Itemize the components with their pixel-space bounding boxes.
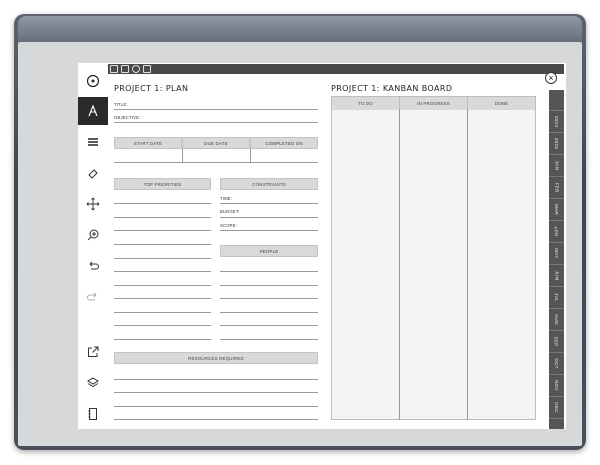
left-toolbar: [78, 63, 108, 429]
kanban-column-header: IN PROGRESS: [400, 97, 468, 110]
start-date-header: START DATE: [114, 137, 182, 149]
priority-line[interactable]: [114, 298, 211, 299]
resources-line[interactable]: [114, 392, 318, 393]
objective-label: OBJECTIVE:: [114, 115, 141, 120]
eraser-icon[interactable]: [78, 159, 108, 187]
priority-line[interactable]: [114, 258, 211, 259]
scope-line[interactable]: [220, 230, 318, 231]
dates-line[interactable]: [114, 162, 318, 163]
priority-line[interactable]: [114, 285, 211, 286]
date-divider: [182, 149, 183, 162]
layers-icon[interactable]: [78, 369, 108, 397]
title-label: TITLE:: [114, 102, 128, 107]
title-line[interactable]: [114, 109, 318, 110]
share-icon[interactable]: [78, 338, 108, 366]
tab-feb[interactable]: FEB: [549, 177, 564, 199]
people-line[interactable]: [220, 271, 318, 272]
resources-line[interactable]: [114, 379, 318, 380]
text-icon[interactable]: [78, 97, 108, 125]
pages-icon[interactable]: [78, 400, 108, 428]
kanban-column-header: TO DO: [332, 97, 400, 110]
completed-on-header: COMPLETED ON: [250, 137, 318, 149]
settings-icon[interactable]: [132, 65, 140, 73]
document-icon[interactable]: [143, 65, 151, 73]
kanban-title: PROJECT 1: KANBAN BOARD: [331, 84, 453, 93]
tab-sep[interactable]: SEP: [549, 331, 564, 353]
constraints-header: CONSTRAINTS: [220, 178, 318, 190]
kanban-column-todo[interactable]: [332, 110, 400, 420]
tab-2024[interactable]: 2024: [549, 111, 564, 133]
time-label: TIME:: [220, 196, 233, 201]
priority-line[interactable]: [114, 217, 211, 218]
people-line[interactable]: [220, 339, 318, 340]
tab-nov[interactable]: NOV: [549, 375, 564, 397]
priority-line[interactable]: [114, 312, 211, 313]
resources-header: RESOURCES REQUIRED: [114, 352, 318, 364]
tab-dec[interactable]: DEC: [549, 397, 564, 419]
people-line[interactable]: [220, 298, 318, 299]
tab-oct[interactable]: OCT: [549, 353, 564, 375]
tab-jul[interactable]: JUL: [549, 287, 564, 309]
people-line[interactable]: [220, 285, 318, 286]
kanban-column-done[interactable]: [468, 110, 535, 420]
top-bar: [108, 64, 564, 74]
pen-lines-icon[interactable]: [78, 128, 108, 156]
people-line[interactable]: [220, 312, 318, 313]
kanban-board: TO DO IN PROGRESS DONE: [331, 96, 536, 420]
month-tabs: 2024 2025 JAN FEB MAR APR MAY JUN JUL AU…: [549, 90, 564, 429]
objective-line[interactable]: [114, 122, 318, 123]
tab-jan[interactable]: JAN: [549, 155, 564, 177]
priority-line[interactable]: [114, 339, 211, 340]
move-icon[interactable]: [78, 190, 108, 218]
people-header: PEOPLE: [220, 245, 318, 257]
tab-apr[interactable]: APR: [549, 221, 564, 243]
menu-circle-icon[interactable]: [78, 67, 108, 95]
date-divider: [250, 149, 251, 162]
tab-blank[interactable]: [549, 90, 564, 111]
device-sheen: [18, 16, 582, 44]
kanban-column-in-progress[interactable]: [400, 110, 468, 420]
undo-icon[interactable]: [78, 252, 108, 280]
people-line[interactable]: [220, 325, 318, 326]
top-priorities-header: TOP PRIORITIES: [114, 178, 211, 190]
resources-line[interactable]: [114, 419, 318, 420]
redo-icon[interactable]: [78, 283, 108, 311]
tab-mar[interactable]: MAR: [549, 199, 564, 221]
tab-2025[interactable]: 2025: [549, 133, 564, 155]
time-line[interactable]: [220, 203, 318, 204]
plan-title: PROJECT 1: PLAN: [114, 84, 189, 93]
priority-line[interactable]: [114, 230, 211, 231]
due-date-header: DUE DATE: [182, 137, 250, 149]
budget-label: BUDGET:: [220, 209, 240, 214]
scope-label: SCOPE:: [220, 223, 238, 228]
kanban-column-header: DONE: [468, 97, 535, 110]
resources-line[interactable]: [114, 406, 318, 407]
priority-line[interactable]: [114, 203, 211, 204]
priority-line[interactable]: [114, 271, 211, 272]
home-icon[interactable]: [110, 65, 118, 73]
priority-line[interactable]: [114, 244, 211, 245]
tab-jun[interactable]: JUN: [549, 265, 564, 287]
zoom-icon[interactable]: [78, 221, 108, 249]
tab-aug[interactable]: AUG: [549, 309, 564, 331]
tab-may[interactable]: MAY: [549, 243, 564, 265]
close-button[interactable]: ×: [545, 72, 557, 84]
budget-line[interactable]: [220, 217, 318, 218]
mail-icon[interactable]: [121, 65, 129, 73]
priority-line[interactable]: [114, 325, 211, 326]
